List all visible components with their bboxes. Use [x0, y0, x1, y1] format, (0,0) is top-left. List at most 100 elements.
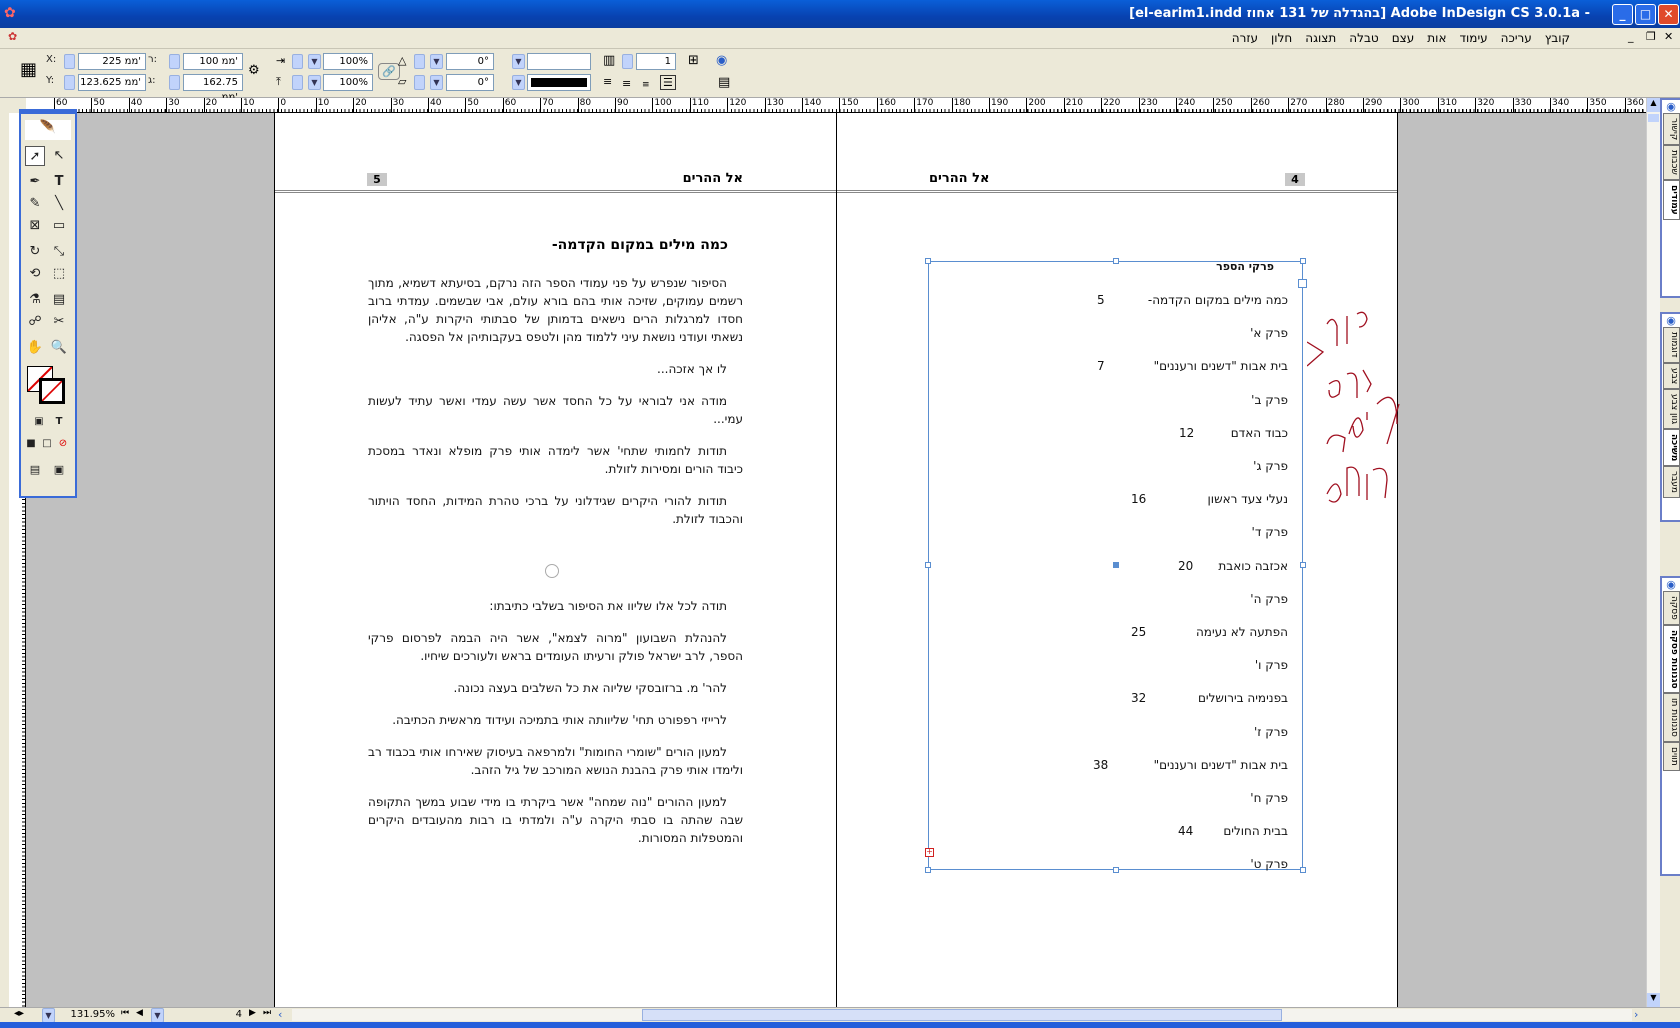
panel-tab[interactable]: דוגמות: [1663, 327, 1680, 363]
stroke-weight-dropdown[interactable]: ▼: [512, 54, 525, 69]
stroke-swatch[interactable]: [39, 378, 65, 404]
free-transform-tool-icon[interactable]: ⬚: [49, 264, 69, 284]
menu-window[interactable]: חלון: [1271, 31, 1292, 45]
panel-tab[interactable]: גוון צבע: [1663, 388, 1680, 429]
columns-field[interactable]: 1: [636, 53, 676, 70]
close-button[interactable]: ✕: [1658, 4, 1679, 25]
line-tool-icon[interactable]: ╲: [49, 194, 69, 214]
previous-page-button[interactable]: ◀: [136, 1008, 143, 1018]
align-bottom-icon[interactable]: ≡: [642, 80, 650, 90]
w-spinner[interactable]: [169, 54, 180, 69]
panel-menu-icon[interactable]: ◉: [1662, 314, 1680, 327]
scale-x-spinner[interactable]: [292, 54, 303, 69]
scale-tool-icon[interactable]: ⤡: [49, 242, 69, 262]
reference-point-icon[interactable]: ▦: [20, 59, 37, 80]
shear-field[interactable]: 0°: [446, 74, 494, 91]
x-spinner[interactable]: [64, 54, 75, 69]
align-top-icon[interactable]: ≡: [603, 75, 612, 88]
scale-y-spinner[interactable]: [292, 75, 303, 90]
rotate-field[interactable]: 0°: [446, 53, 494, 70]
rectangle-frame-tool-icon[interactable]: ⊠: [25, 216, 45, 236]
direct-selection-tool-icon[interactable]: ↖: [49, 146, 69, 166]
frame-handle[interactable]: [925, 258, 931, 264]
panel-tab[interactable]: צבע: [1663, 362, 1680, 389]
apply-none-icon[interactable]: ⊘: [53, 434, 73, 454]
pen-tool-icon[interactable]: ✒: [25, 172, 45, 192]
maximize-button[interactable]: □: [1635, 4, 1656, 25]
panel-tab[interactable]: סגנונות תו: [1663, 693, 1680, 743]
scroll-thumb[interactable]: [642, 1009, 1282, 1021]
story-editor-icon[interactable]: ▤: [718, 75, 730, 90]
justify-vertical-icon[interactable]: ☰: [660, 75, 676, 90]
eyedropper-tool-icon[interactable]: ⚗: [25, 290, 45, 310]
panel-tab[interactable]: פסקה: [1663, 591, 1680, 625]
shear-dropdown[interactable]: ▼: [430, 75, 443, 90]
panel-tab[interactable]: מעבר: [1663, 466, 1680, 499]
next-page-button[interactable]: ▶: [249, 1008, 256, 1018]
menu-file[interactable]: קובץ: [1545, 31, 1570, 45]
doc-minimize-button[interactable]: _: [1628, 30, 1634, 43]
rectangle-tool-icon[interactable]: ▭: [49, 216, 69, 236]
rotate-spinner[interactable]: [414, 54, 425, 69]
horizontal-scrollbar[interactable]: [292, 1009, 1632, 1021]
scroll-right-button[interactable]: ›: [1634, 1008, 1638, 1021]
preview-view-icon[interactable]: ▣: [49, 460, 69, 480]
minimize-button[interactable]: _: [1612, 4, 1633, 25]
menu-help[interactable]: עזרה: [1232, 31, 1258, 45]
scale-x-dropdown[interactable]: ▼: [308, 54, 321, 69]
menu-layout[interactable]: עימוד: [1459, 31, 1487, 45]
menu-edit[interactable]: עריכה: [1501, 31, 1532, 45]
split-icon[interactable]: ◂▸: [14, 1008, 24, 1019]
zoom-tool-icon[interactable]: 🔍: [49, 338, 69, 358]
fit-frame-icon[interactable]: ⊞: [688, 53, 699, 68]
gradient-tool-icon[interactable]: ▤: [49, 290, 69, 310]
scissors-tool-icon[interactable]: ✂: [49, 312, 69, 332]
columns-spinner[interactable]: [622, 54, 633, 69]
align-center-icon[interactable]: ≡: [622, 77, 631, 90]
scale-y-dropdown[interactable]: ▼: [308, 75, 321, 90]
scale-y-field[interactable]: 100%: [323, 74, 373, 91]
zoom-dropdown[interactable]: ▼: [42, 1008, 55, 1023]
doc-close-button[interactable]: ✕: [1664, 30, 1673, 43]
pasteboard[interactable]: 5 אל ההרים כמה מילים במקום הקדמה- הסיפור…: [26, 113, 1646, 1007]
panel-tab[interactable]: קישור: [1663, 113, 1680, 146]
page-dropdown[interactable]: ▼: [151, 1008, 164, 1023]
formatting-text-icon[interactable]: T: [49, 412, 69, 432]
doc-restore-button[interactable]: ❐: [1646, 30, 1656, 43]
y-spinner[interactable]: [64, 75, 75, 90]
stroke-weight-field[interactable]: [527, 53, 591, 70]
stroke-type-dropdown[interactable]: ▼: [512, 75, 525, 90]
selection-tool-icon[interactable]: ➚: [25, 146, 45, 166]
horizontal-ruler[interactable]: 60 50 40 30 20 10 0 10 20 30 40 50 60 70 80 90 100 110 120…: [26, 98, 1646, 113]
width-field[interactable]: 100 ממ': [183, 53, 243, 70]
type-tool-icon[interactable]: T: [49, 172, 69, 192]
frame-handle[interactable]: [1300, 258, 1306, 264]
scroll-thumb[interactable]: [1648, 114, 1659, 122]
x-field[interactable]: 225 ממ': [78, 53, 146, 70]
link-scale-icon[interactable]: 🔗: [378, 63, 400, 80]
y-field[interactable]: 123.625 ממ': [78, 74, 146, 91]
vertical-scrollbar[interactable]: ▲ ▼: [1646, 98, 1660, 1007]
panel-menu-icon[interactable]: ◉: [1662, 100, 1680, 113]
panel-tab[interactable]: תווים: [1663, 742, 1680, 771]
panel-tab[interactable]: משיכה: [1663, 428, 1680, 467]
scale-x-field[interactable]: 100%: [323, 53, 373, 70]
left-page[interactable]: 5 אל ההרים כמה מילים במקום הקדמה- הסיפור…: [274, 113, 837, 1007]
scroll-left-button[interactable]: ‹: [278, 1008, 282, 1021]
menu-table[interactable]: טבלה: [1349, 31, 1378, 45]
shear-spinner[interactable]: [414, 75, 425, 90]
menu-view[interactable]: תצוגה: [1305, 31, 1336, 45]
scroll-down-button[interactable]: ▼: [1647, 993, 1660, 1007]
panel-menu-icon[interactable]: ◉: [716, 53, 727, 68]
menu-type[interactable]: אות: [1427, 31, 1446, 45]
hand-tool-icon[interactable]: ✋: [25, 338, 45, 358]
selected-text-frame[interactable]: + פרקי הספר כמה מילים במקום הקדמה- 5 פרק א…: [925, 258, 1307, 873]
rotate-dropdown[interactable]: ▼: [430, 54, 443, 69]
first-page-button[interactable]: ⏮: [121, 1008, 129, 1018]
stroke-type-field[interactable]: [527, 74, 591, 91]
panel-tab[interactable]: עמודים: [1663, 180, 1680, 220]
button-tool-icon[interactable]: ☍: [25, 312, 45, 332]
rotate-tool-icon[interactable]: ↻: [25, 242, 45, 262]
h-spinner[interactable]: [169, 75, 180, 90]
last-page-button[interactable]: ⏭: [263, 1008, 271, 1018]
